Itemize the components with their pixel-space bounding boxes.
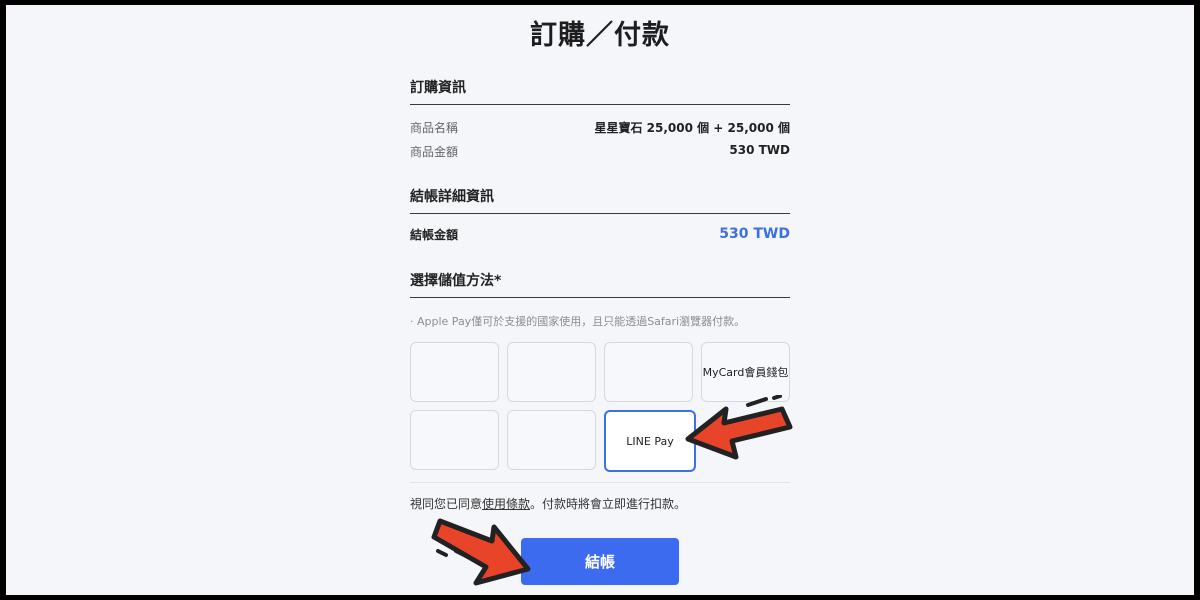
page-title: 訂購／付款 xyxy=(530,20,670,51)
product-name-value: 星星寶石 25,000 個 + 25,000 個 xyxy=(594,121,790,135)
product-name-row: 商品名稱 星星寶石 25,000 個 + 25,000 個 xyxy=(410,119,790,137)
product-amount-label: 商品金額 xyxy=(410,145,459,159)
checkout-button[interactable]: 結帳 xyxy=(521,538,679,585)
agreement-divider xyxy=(410,482,790,483)
checkout-total-label: 結帳金額 xyxy=(410,228,459,242)
pointer-arrow-icon xyxy=(431,518,531,586)
product-name-label: 商品名稱 xyxy=(410,121,459,135)
product-amount-value: 530 TWD xyxy=(729,143,790,157)
payment-option-1[interactable] xyxy=(410,342,499,402)
product-amount-row: 商品金額 530 TWD xyxy=(410,143,790,161)
payment-option-5[interactable] xyxy=(410,410,499,470)
payment-method-heading: 選擇儲值方法* xyxy=(410,273,502,289)
terms-suffix: 。付款時將會立即進行扣款。 xyxy=(530,497,687,511)
payment-option-3[interactable] xyxy=(604,342,693,402)
checkout-total-row: 結帳金額 530 TWD xyxy=(410,226,790,244)
payment-method-divider xyxy=(410,297,790,298)
order-info-divider xyxy=(410,104,790,105)
checkout-details-divider xyxy=(410,213,790,214)
apple-pay-note: · Apple Pay僅可於支援的國家使用，且只能透過Safari瀏覽器付款。 xyxy=(410,315,746,328)
payment-option-2[interactable] xyxy=(507,342,596,402)
payment-option-mycard[interactable]: MyCard會員錢包 xyxy=(701,342,790,402)
terms-agreement: 視同您已同意使用條款。付款時將會立即進行扣款。 xyxy=(410,495,686,512)
order-info-heading: 訂購資訊 xyxy=(410,80,466,96)
checkout-details-heading: 結帳詳細資訊 xyxy=(410,189,494,205)
terms-link[interactable]: 使用條款 xyxy=(482,497,530,511)
checkout-page: 訂購／付款 訂購資訊 商品名稱 星星寶石 25,000 個 + 25,000 個… xyxy=(6,5,1194,595)
pointer-arrow-icon xyxy=(685,395,793,460)
payment-option-6[interactable] xyxy=(507,410,596,470)
terms-prefix: 視同您已同意 xyxy=(410,497,483,511)
checkout-total-value: 530 TWD xyxy=(719,226,790,242)
